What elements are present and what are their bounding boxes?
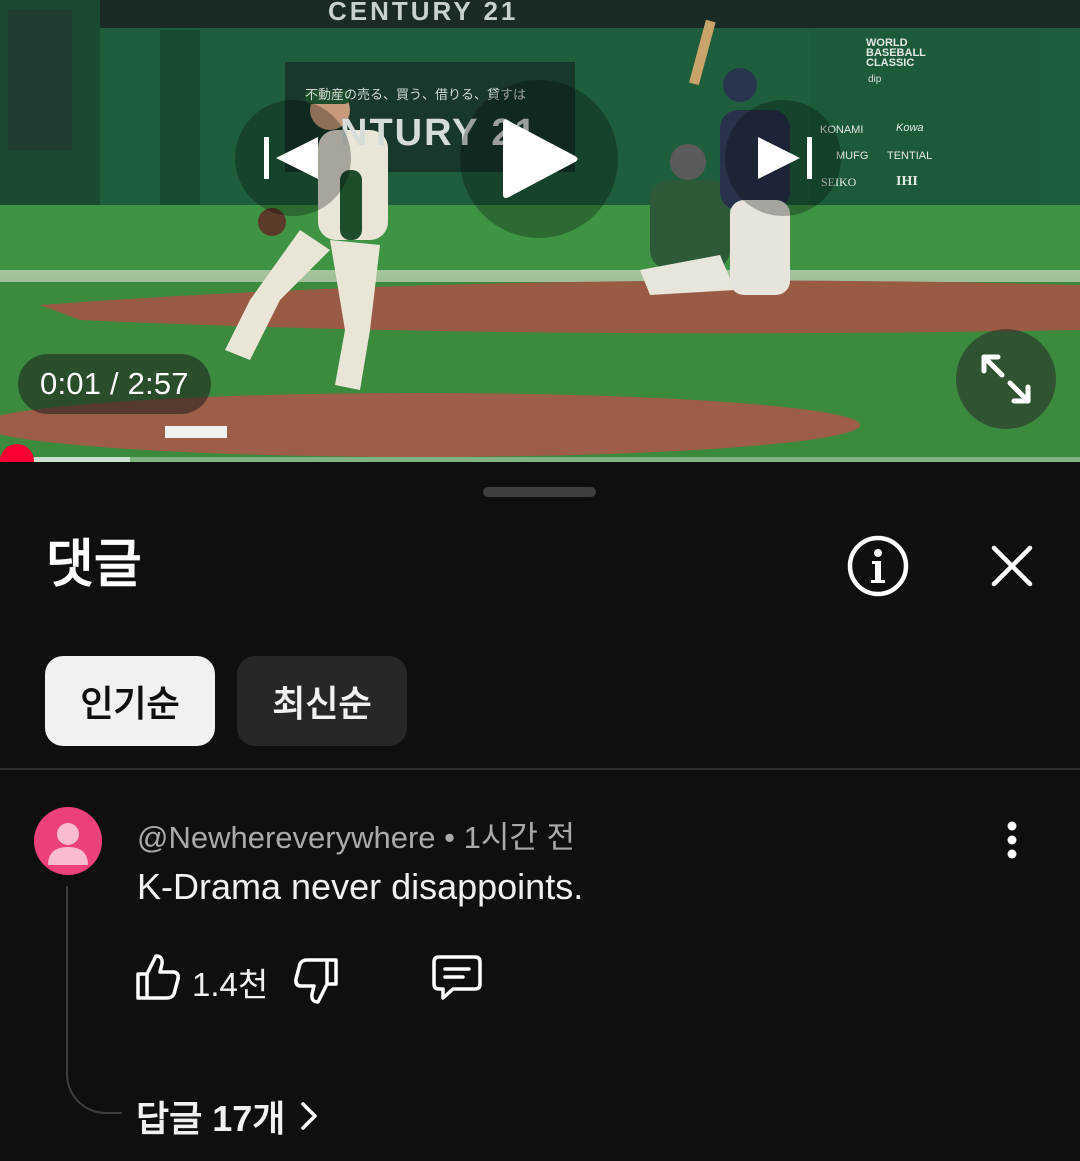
- video-player[interactable]: CENTURY 21 不動産の売る、買う、借りる、貸すは NTURY 21 WO…: [0, 0, 1080, 462]
- sort-chip-label: 최신순: [272, 683, 372, 724]
- dislike-button[interactable]: [292, 956, 340, 1006]
- previous-video-button[interactable]: [235, 100, 351, 216]
- wbc-logo-text: WORLD BASEBALL CLASSIC: [866, 37, 926, 69]
- comment-text: K-Drama never disappoints.: [137, 866, 584, 907]
- fullscreen-button[interactable]: [956, 329, 1056, 429]
- sponsor-ihi: IHI: [896, 174, 918, 189]
- thread-line: [66, 886, 122, 1114]
- info-icon: [847, 535, 909, 597]
- sort-chip-popular[interactable]: 인기순: [45, 656, 215, 746]
- sort-chip-newest[interactable]: 최신순: [237, 656, 407, 746]
- more-vert-icon: [1007, 821, 1017, 859]
- like-button[interactable]: [134, 952, 182, 1002]
- stadium-banner-text: CENTURY 21: [328, 0, 519, 26]
- play-button[interactable]: [460, 80, 618, 238]
- avatar[interactable]: [34, 807, 102, 875]
- next-video-button[interactable]: [725, 100, 841, 216]
- drag-handle[interactable]: [483, 487, 596, 497]
- panel-title: 댓글: [46, 536, 142, 594]
- reply-button[interactable]: [431, 954, 483, 1002]
- replies-label: 답글 17개: [136, 1098, 286, 1139]
- sponsor-tential: TENTIAL: [887, 150, 933, 162]
- comment-author[interactable]: @Newhereverywhere: [137, 820, 436, 855]
- meta-separator: •: [435, 820, 464, 855]
- divider: [0, 768, 1080, 770]
- fullscreen-icon: [981, 354, 1031, 404]
- comment-icon: [432, 955, 482, 1000]
- view-replies-button[interactable]: 답글 17개: [136, 1090, 319, 1142]
- time-text: 0:01 / 2:57: [40, 366, 189, 401]
- thumb-down-icon: [294, 958, 338, 1004]
- play-icon: [503, 119, 578, 198]
- comment-more-button[interactable]: [990, 818, 1034, 862]
- sort-chip-label: 인기순: [80, 683, 180, 724]
- like-count: 1.4천: [192, 966, 269, 1003]
- person-icon: [48, 823, 88, 865]
- comment-time: 1시간 전: [463, 820, 576, 855]
- close-button[interactable]: [986, 540, 1038, 592]
- thumb-up-icon: [136, 954, 180, 1000]
- wbc-sub-text: dip: [868, 74, 882, 85]
- chevron-right-icon: [301, 1102, 318, 1130]
- time-display: 0:01 / 2:57: [18, 354, 211, 414]
- skip-next-icon: [758, 137, 812, 179]
- comments-panel: 댓글 인기순 최신순 @Newhereverywhere • 1시간 전 K-D…: [0, 462, 1080, 1161]
- skip-previous-icon: [264, 137, 318, 179]
- comment-meta: @Newhereverywhere • 1시간 전: [137, 812, 575, 857]
- close-icon: [991, 545, 1033, 587]
- info-button[interactable]: [846, 534, 910, 598]
- sponsor-kowa: Kowa: [896, 122, 924, 134]
